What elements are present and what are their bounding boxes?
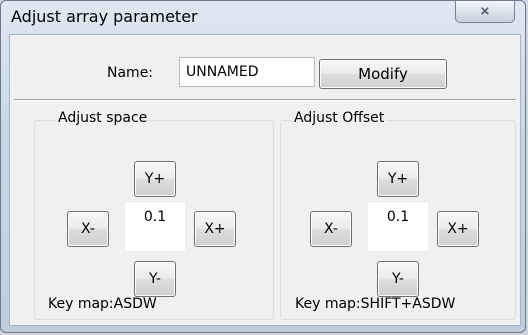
offset-y-minus-button[interactable]: Y- xyxy=(377,261,419,297)
modify-button[interactable]: Modify xyxy=(319,59,447,89)
offset-x-plus-button[interactable]: X+ xyxy=(437,211,479,247)
close-button[interactable]: ⨯ xyxy=(455,1,515,23)
space-x-minus-button[interactable]: X- xyxy=(67,211,109,247)
offset-keymap-label: Key map:SHIFT+ASDW xyxy=(295,296,456,312)
space-y-plus-button[interactable]: Y+ xyxy=(134,161,176,197)
name-input[interactable] xyxy=(179,57,315,87)
space-x-plus-button[interactable]: X+ xyxy=(194,211,236,247)
divider xyxy=(14,99,516,101)
close-icon: ⨯ xyxy=(479,4,491,19)
space-y-minus-button[interactable]: Y- xyxy=(134,261,176,297)
adjust-offset-title: Adjust Offset xyxy=(291,110,388,126)
space-keymap-label: Key map:ASDW xyxy=(48,296,157,312)
adjust-offset-group: Adjust Offset Y+ X- 0.1 X+ Y- Key map:SH… xyxy=(280,110,516,320)
adjust-space-title: Adjust space xyxy=(55,110,151,126)
offset-value-field[interactable]: 0.1 xyxy=(368,203,428,251)
dialog-window: Adjust array parameter ⨯ Name: Modify Ad… xyxy=(0,0,526,333)
offset-y-plus-button[interactable]: Y+ xyxy=(377,161,419,197)
title-bar[interactable]: Adjust array parameter ⨯ xyxy=(1,1,525,35)
space-value-field[interactable]: 0.1 xyxy=(125,203,185,251)
window-title: Adjust array parameter xyxy=(11,7,198,26)
name-label: Name: xyxy=(107,65,154,81)
adjust-space-group: Adjust space Y+ X- 0.1 X+ Y- Key map:ASD… xyxy=(34,110,274,320)
offset-x-minus-button[interactable]: X- xyxy=(310,211,352,247)
dialog-client-area: Name: Modify Adjust space Y+ X- 0.1 X+ Y… xyxy=(9,34,521,326)
